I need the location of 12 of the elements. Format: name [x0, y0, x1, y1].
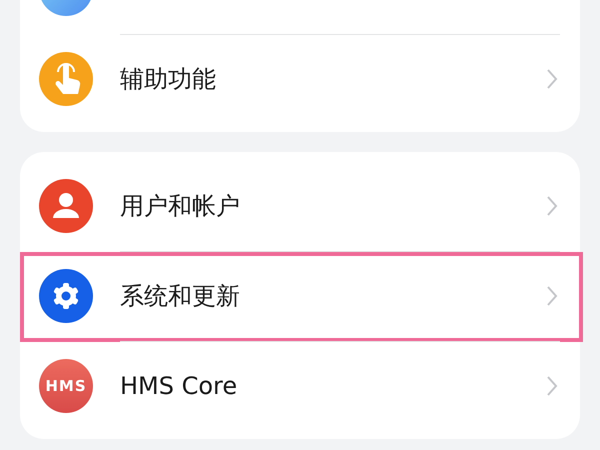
- chevron-icon: [546, 195, 558, 217]
- menu-item-label[interactable]: 辅助功能: [120, 63, 546, 95]
- menu-item-label[interactable]: 系统和更新: [120, 280, 546, 312]
- menu-item-label[interactable]: HMS Core: [120, 372, 546, 400]
- settings-icon: [39, 269, 93, 323]
- chevron-icon: [546, 375, 558, 397]
- chevron-icon: [546, 285, 558, 307]
- person-icon: [39, 179, 93, 233]
- hand-icon: [39, 52, 93, 106]
- app-logo: HMS: [39, 359, 93, 413]
- menu-item-label[interactable]: 用户和帐户: [120, 190, 546, 222]
- chevron-icon: [546, 68, 558, 90]
